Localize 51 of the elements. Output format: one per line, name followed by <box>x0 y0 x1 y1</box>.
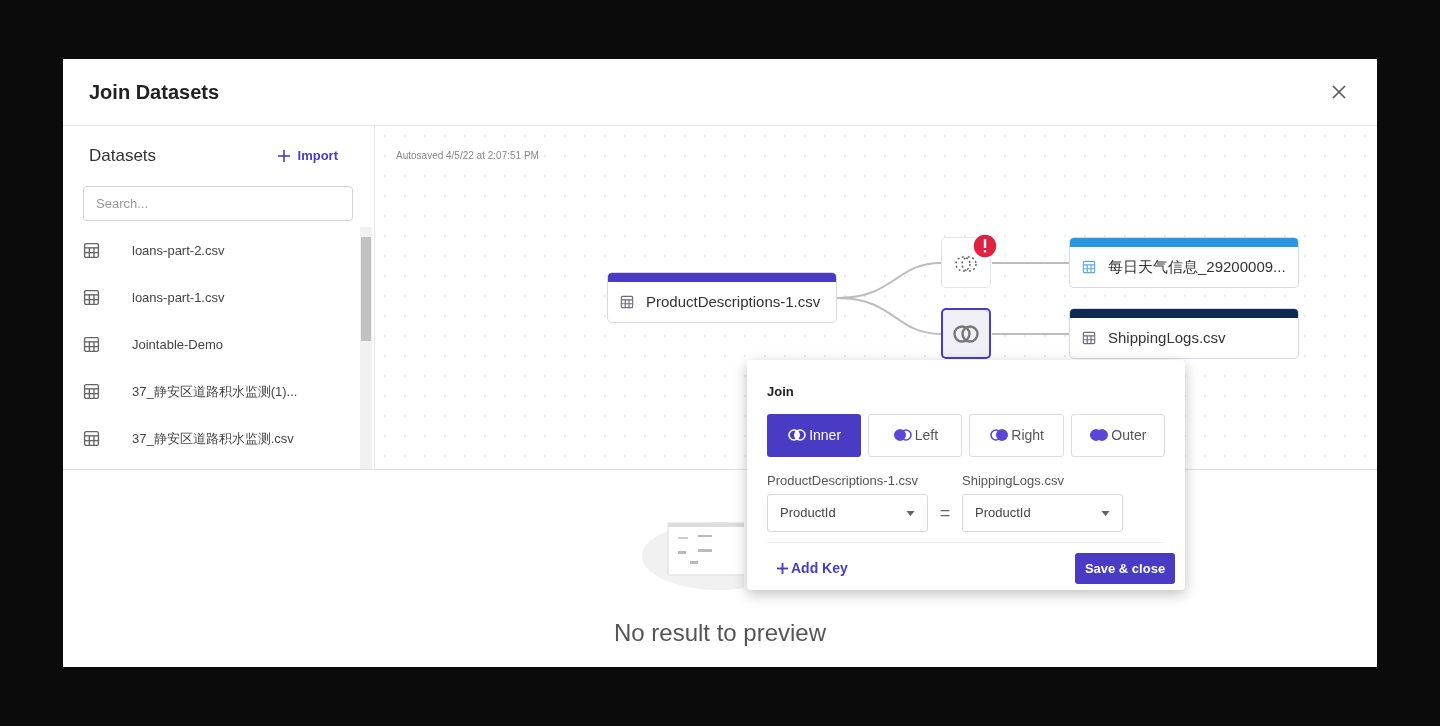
dialog-title: Join Datasets <box>89 80 220 105</box>
dataset-list-item[interactable]: loans-part-1.csv <box>83 274 360 321</box>
venn-icon <box>989 427 1010 443</box>
join-type-tab[interactable]: Left <box>868 413 963 457</box>
empty-preview-text: No result to preview <box>613 618 827 648</box>
dataset-list-item[interactable]: loans-part-2.csv <box>83 227 360 274</box>
node-label: 每日天气信息_29200009... <box>1108 256 1286 277</box>
dataset-node[interactable]: ProductDescriptions-1.csv <box>607 272 837 323</box>
join-type-tab[interactable]: Inner <box>767 413 862 457</box>
dataset-list-item[interactable]: Jointable-Demo <box>83 321 360 368</box>
table-icon <box>83 336 100 353</box>
join-node[interactable] <box>941 308 991 359</box>
dataset-list-item[interactable]: 37_静安区道路积水监测(1)... <box>83 368 360 415</box>
panel-title: Datasets <box>89 145 157 168</box>
scrollbar[interactable] <box>360 227 372 469</box>
scrollbar-thumb[interactable] <box>361 237 371 341</box>
equals-sign: = <box>938 501 952 525</box>
close-icon <box>1332 85 1346 99</box>
table-icon <box>83 289 100 306</box>
search-field[interactable]: Search... <box>83 186 353 221</box>
node-label: ProductDescriptions-1.csv <box>646 291 821 312</box>
source-label: ProductDescriptions-1.csv <box>767 471 919 490</box>
venn-icon <box>952 323 980 344</box>
plus-icon <box>277 150 290 162</box>
import-button[interactable]: Import <box>277 146 338 166</box>
popover-title: Join <box>767 383 795 401</box>
join-type-tab[interactable]: Right <box>969 413 1064 457</box>
source-label: ShippingLogs.csv <box>962 471 1064 490</box>
caret-icon <box>906 510 915 516</box>
venn-icon <box>787 427 808 443</box>
table-icon <box>83 242 100 259</box>
autosave-text: Autosaved 4/5/22 at 2:07:51 PM <box>396 149 539 163</box>
dataset-node[interactable]: 每日天气信息_29200009... <box>1069 237 1299 288</box>
table-icon <box>620 295 634 309</box>
join-type-tab[interactable]: Outer <box>1070 413 1165 457</box>
venn-icon <box>892 427 913 443</box>
error-badge-icon <box>972 233 998 259</box>
dataset-node[interactable]: ShippingLogs.csv <box>1069 308 1299 359</box>
venn-icon <box>1089 427 1110 443</box>
table-icon <box>1082 331 1096 345</box>
table-icon <box>83 430 100 447</box>
caret-icon <box>1101 510 1110 516</box>
key-dropdown[interactable]: ProductId <box>962 494 1123 532</box>
plus-icon <box>777 563 788 574</box>
save-close-button[interactable]: Save & close <box>1075 553 1175 584</box>
dataset-list-item[interactable]: 37_静安区道路积水监测.csv <box>83 415 360 462</box>
node-label: ShippingLogs.csv <box>1108 327 1226 348</box>
table-icon <box>83 383 100 400</box>
key-dropdown[interactable]: ProductId <box>767 494 928 532</box>
table-icon <box>1082 260 1096 274</box>
add-key-button[interactable]: Add Key <box>777 558 848 579</box>
